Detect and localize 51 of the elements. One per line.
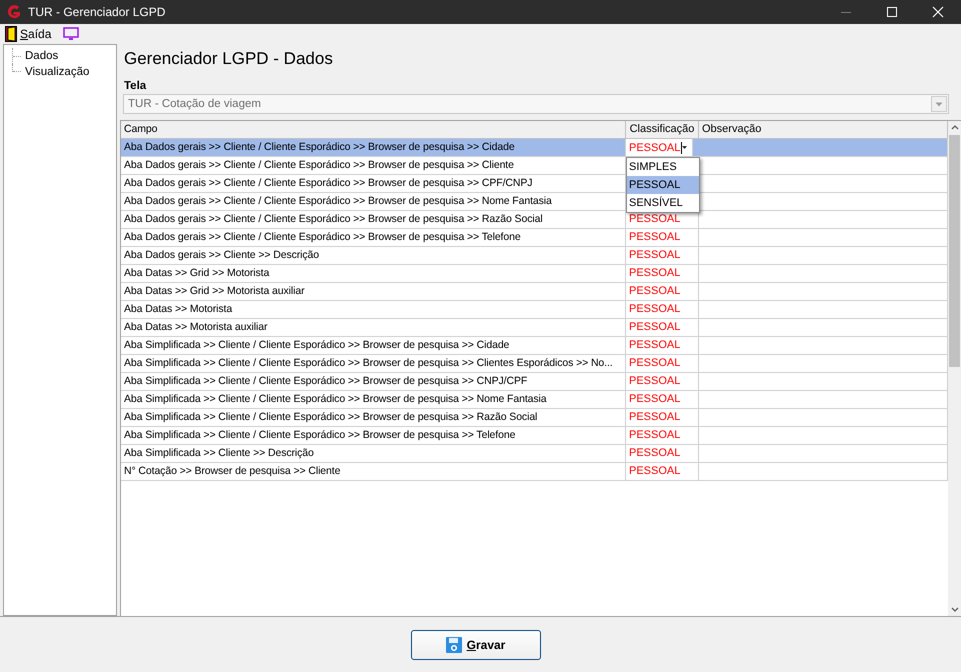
table-cell: Aba Datas >> Motorista bbox=[121, 301, 626, 318]
table-cell: Aba Dados gerais >> Cliente / Cliente Esporádico >> Browser de pesquisa >> Nome Fantasia bbox=[121, 193, 626, 210]
table-cell: PESSOAL bbox=[629, 429, 680, 441]
dropdown-arrow-icon[interactable] bbox=[682, 145, 687, 150]
scrollbar[interactable] bbox=[948, 121, 961, 616]
save-button[interactable]: Gravar bbox=[410, 630, 540, 660]
table-cell: PESSOAL bbox=[629, 285, 680, 297]
table-cell: Aba Simplificada >> Cliente / Cliente Esporádico >> Browser de pesquisa >> CNPJ/CPF bbox=[121, 373, 626, 390]
table-cell: Aba Datas >> Grid >> Motorista bbox=[121, 265, 626, 282]
table-cell: PESSOAL bbox=[629, 339, 680, 351]
dropdown-option[interactable]: SIMPLES bbox=[627, 158, 699, 176]
table-cell: PESSOAL bbox=[629, 447, 680, 459]
table-cell: PESSOAL bbox=[629, 393, 680, 405]
table-cell: Aba Dados gerais >> Cliente / Cliente Esporádico >> Browser de pesquisa >> Razão Social bbox=[121, 211, 626, 228]
table-cell: PESSOAL bbox=[629, 465, 680, 477]
table-cell: PESSOAL bbox=[629, 267, 680, 279]
table-cell: Aba Dados gerais >> Cliente / Cliente Esporádico >> Browser de pesquisa >> Telefone bbox=[121, 229, 626, 246]
menu-item[interactable]: Saída bbox=[20, 27, 52, 41]
table-cell: PESSOAL bbox=[629, 213, 680, 225]
table-cell: N° Cotação >> Browser de pesquisa >> Cliente bbox=[121, 463, 626, 480]
monitor-icon[interactable] bbox=[63, 27, 80, 41]
dropdown-option[interactable]: SENSÍVEL bbox=[627, 194, 699, 212]
table-cell: PESSOAL bbox=[629, 411, 680, 423]
page-heading: Gerenciador LGPD - Dados bbox=[124, 48, 334, 70]
table-cell: PESSOAL bbox=[629, 321, 680, 333]
table-cell: PESSOAL bbox=[629, 357, 680, 369]
column-header[interactable]: Campo bbox=[121, 121, 626, 138]
table-cell: Aba Dados gerais >> Cliente / Cliente Esporádico >> Browser de pesquisa >> Cliente bbox=[121, 157, 626, 174]
classification-select[interactable]: PESSOAL bbox=[626, 139, 692, 156]
table-cell: Aba Simplificada >> Cliente >> Descrição bbox=[121, 445, 626, 462]
table-cell: PESSOAL bbox=[629, 375, 680, 387]
table-cell: Aba Datas >> Grid >> Motorista auxiliar bbox=[121, 283, 626, 300]
table-cell: Aba Simplificada >> Cliente / Cliente Esporádico >> Browser de pesquisa >> Razão Social bbox=[121, 409, 626, 426]
table-cell: PESSOAL bbox=[629, 303, 680, 315]
app-logo-icon bbox=[6, 4, 22, 20]
window-title: TUR - Gerenciador LGPD bbox=[28, 5, 166, 19]
table-cell: Aba Dados gerais >> Cliente / Cliente Esporádico >> Browser de pesquisa >> CPF/CNPJ bbox=[121, 175, 626, 192]
table-cell: Aba Datas >> Motorista auxiliar bbox=[121, 319, 626, 336]
table-cell: PESSOAL bbox=[629, 231, 680, 243]
field-label: Tela bbox=[124, 80, 148, 92]
table-cell: Aba Simplificada >> Cliente / Cliente Esporádico >> Browser de pesquisa >> Nome Fantasia bbox=[121, 391, 626, 408]
tree-item[interactable]: Dados bbox=[23, 50, 60, 62]
table-cell: Aba Dados gerais >> Cliente >> Descrição bbox=[121, 247, 626, 264]
dropdown-option[interactable]: PESSOAL bbox=[627, 176, 699, 194]
door-icon bbox=[5, 26, 17, 42]
tree-item[interactable]: Visualização bbox=[23, 66, 92, 78]
table-cell: Aba Simplificada >> Cliente / Cliente Esporádico >> Browser de pesquisa >> Clientes Esporádicos >> No... bbox=[121, 355, 626, 372]
column-header[interactable]: Classificação bbox=[626, 121, 699, 138]
table-cell: Aba Simplificada >> Cliente / Cliente Esporádico >> Browser de pesquisa >> Cidade bbox=[121, 337, 626, 354]
table-cell: PESSOAL bbox=[629, 249, 680, 261]
table-cell: Aba Simplificada >> Cliente / Cliente Esporádico >> Browser de pesquisa >> Telefone bbox=[121, 427, 626, 444]
